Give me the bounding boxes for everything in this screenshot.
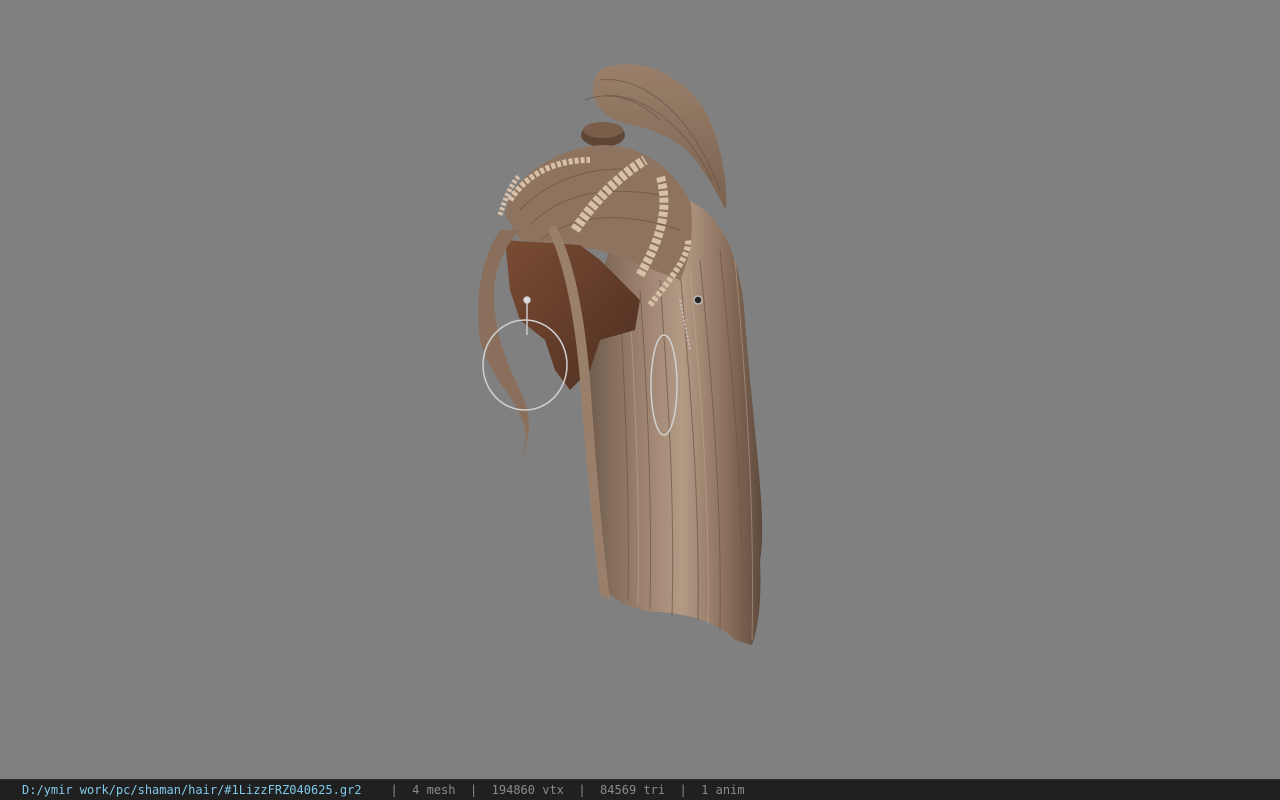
status-bar: D:/ymir work/pc/shaman/hair/#1LizzFRZ040… xyxy=(0,779,1280,800)
status-separator: | xyxy=(390,783,398,797)
triangle-count: 84569 tri xyxy=(600,783,666,797)
status-separator: | xyxy=(469,783,478,797)
mesh-count: 4 mesh xyxy=(412,783,456,797)
vertex-count: 194860 vtx xyxy=(491,783,564,797)
file-path: D:/ymir work/pc/shaman/hair/#1LizzFRZ040… xyxy=(22,783,362,797)
anim-count: 1 anim xyxy=(701,783,745,797)
status-separator: | xyxy=(578,783,586,797)
status-separator: | xyxy=(679,783,687,797)
hair-model xyxy=(478,64,763,645)
3d-viewport[interactable] xyxy=(0,0,1280,779)
